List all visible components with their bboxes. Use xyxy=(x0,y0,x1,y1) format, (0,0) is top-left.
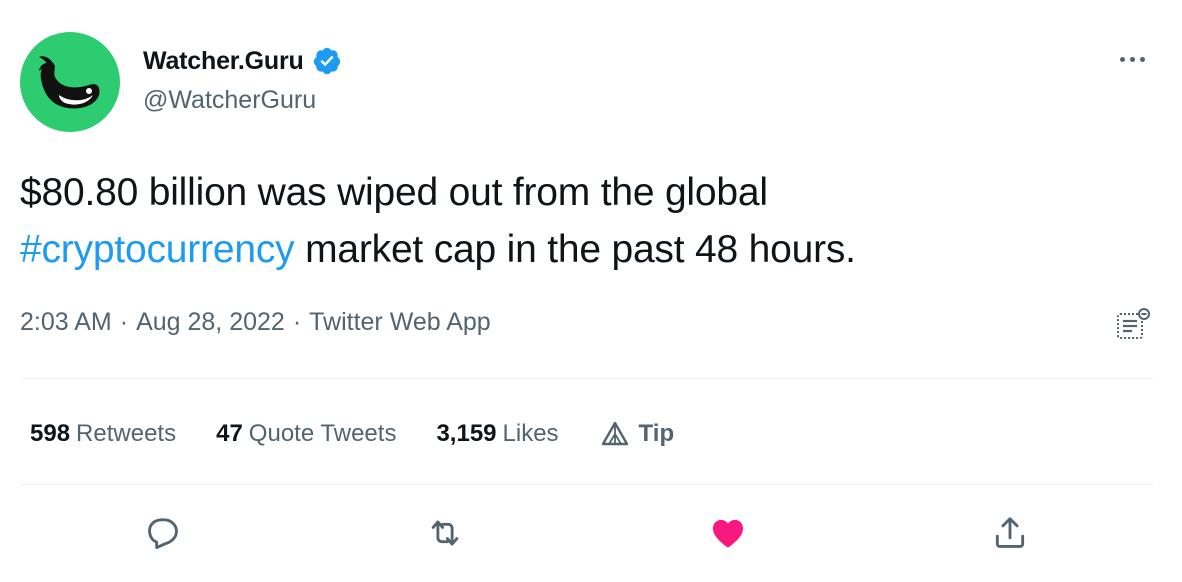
tip-icon xyxy=(601,421,628,446)
share-icon xyxy=(995,517,1025,548)
tweet-date[interactable]: Aug 28, 2022 xyxy=(136,308,285,337)
tweet-text-after: market cap in the past 48 hours. xyxy=(294,228,856,271)
verified-badge-icon xyxy=(313,47,340,75)
tip-label: Tip xyxy=(638,420,675,447)
retweets-count: 598 xyxy=(30,420,71,447)
meta-separator: · xyxy=(119,308,129,336)
tip-button[interactable]: Tip xyxy=(599,418,675,450)
display-name-row: Watcher.Guru xyxy=(143,44,342,78)
tweet-text: $80.80 billion was wiped out from the gl… xyxy=(20,164,1140,278)
whale-logo-icon xyxy=(39,56,100,109)
quote-tweets-label: Quote Tweets xyxy=(248,420,397,447)
dot-icon xyxy=(1139,56,1145,62)
divider xyxy=(20,378,1154,379)
meta-separator: · xyxy=(292,308,302,336)
likes-label: Likes xyxy=(502,420,559,447)
tweet-stats: 598 Retweets 47 Quote Tweets 3,159 Likes… xyxy=(30,416,674,452)
display-name[interactable]: Watcher.Guru xyxy=(143,47,304,76)
heart-icon xyxy=(712,519,744,548)
tweet-meta: 2:03 AM · Aug 28, 2022 · Twitter Web App xyxy=(20,308,491,337)
tweet-text-before: $80.80 billion was wiped out from the gl… xyxy=(20,171,768,214)
retweet-button[interactable] xyxy=(422,510,468,556)
tweet-source[interactable]: Twitter Web App xyxy=(309,308,491,337)
likes-stat[interactable]: 3,159 Likes xyxy=(436,420,558,448)
quote-tweets-stat[interactable]: 47 Quote Tweets xyxy=(216,420,396,448)
likes-count: 3,159 xyxy=(436,420,497,447)
avatar[interactable] xyxy=(20,32,120,132)
user-handle[interactable]: @WatcherGuru xyxy=(143,86,316,115)
dot-icon xyxy=(1129,56,1135,62)
reply-icon xyxy=(148,518,178,549)
tweet-time[interactable]: 2:03 AM xyxy=(20,308,112,337)
more-options-button[interactable] xyxy=(1112,44,1152,74)
retweets-label: Retweets xyxy=(76,420,177,447)
tweet-card: Watcher.Guru @WatcherGuru $80.80 billion… xyxy=(0,0,1182,582)
share-button[interactable] xyxy=(987,510,1033,556)
hashtag-link[interactable]: #cryptocurrency xyxy=(20,228,295,271)
divider xyxy=(20,484,1154,485)
like-button[interactable] xyxy=(705,510,751,556)
dot-icon xyxy=(1119,56,1125,62)
retweet-icon xyxy=(431,520,459,546)
reply-button[interactable] xyxy=(140,510,186,556)
quote-tweets-count: 47 xyxy=(216,420,243,447)
notes-icon[interactable] xyxy=(1113,305,1153,345)
retweets-stat[interactable]: 598 Retweets xyxy=(30,420,176,448)
